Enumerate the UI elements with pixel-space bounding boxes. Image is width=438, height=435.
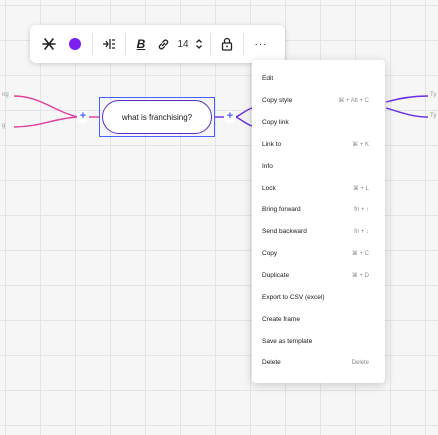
menu-item-export-csv[interactable]: Export to CSV (excel) [252,286,385,308]
menu-item-copy[interactable]: Copy ⌘ + C [252,243,385,265]
toolbar-divider [210,33,211,55]
edge-label-left-top: ng [2,92,9,98]
mindmap-node-shape: what is franchising? [102,100,212,134]
shortcut-label: ⌘ + C [351,251,369,258]
edge-right-bottom [235,116,253,127]
text-align-icon[interactable] [97,31,121,57]
edge-label-right-bottom: Ty [430,113,437,119]
menu-item-send-backward[interactable]: Send backward fn + ↓ [252,221,385,243]
context-toolbar: B 14 ··· [30,25,285,63]
edge-label-left-bottom: g [2,123,6,129]
toolbar-divider [243,33,244,55]
context-menu: Edit Copy style ⌘ + Alt + C Copy link Lin… [252,60,385,383]
lock-icon[interactable] [215,31,239,57]
font-size-stepper-icon[interactable] [192,31,206,57]
menu-item-link-to[interactable]: Link to ⌘ + K [252,134,385,156]
menu-item-create-frame[interactable]: Create frame [252,308,385,330]
edge-far-right-top [385,95,429,103]
mindmap-node-text[interactable]: what is franchising? [122,113,192,122]
menu-item-bring-forward[interactable]: Bring forward fn + ↑ [252,199,385,221]
color-fill-icon [69,38,81,50]
mindmap-node-selected[interactable]: what is franchising? [99,97,215,137]
bold-icon[interactable]: B [130,31,152,57]
edge-far-right-bottom [385,107,429,118]
menu-item-copy-link[interactable]: Copy link [252,112,385,134]
edge-left-bottom [13,116,79,128]
menu-item-info[interactable]: Info [252,155,385,177]
shortcut-label: Delete [351,359,369,366]
menu-item-lock[interactable]: Lock ⌘ + L [252,177,385,199]
menu-item-duplicate[interactable]: Duplicate ⌘ + D [252,265,385,287]
menu-item-copy-style[interactable]: Copy style ⌘ + Alt + C [252,90,385,112]
add-child-left-icon[interactable]: + [77,111,89,123]
shortcut-label: ⌘ + K [352,141,369,148]
toolbar-divider [92,33,93,55]
edge-label-right-top: Ty [430,92,437,98]
menu-item-edit[interactable]: Edit [252,68,385,90]
menu-item-save-as-template[interactable]: Save as template [252,330,385,352]
font-size-value[interactable]: 14 [174,39,192,50]
add-child-right-icon[interactable]: + [224,111,236,123]
shortcut-label: fn + ↑ [354,206,369,213]
shortcut-label: ⌘ + D [351,273,369,280]
more-options-icon[interactable]: ··· [248,31,274,57]
toolbar-divider [125,33,126,55]
shortcut-label: ⌘ + L [352,185,369,192]
edge-right-top [235,107,253,118]
shortcut-label: fn + ↓ [354,228,369,235]
edge-left-top [13,95,79,118]
color-fill-button[interactable] [62,31,88,57]
mindmap-shape-icon[interactable] [36,31,62,57]
shortcut-label: ⌘ + Alt + C [338,98,369,105]
menu-item-delete[interactable]: Delete Delete [252,352,385,374]
link-icon[interactable] [152,31,174,57]
